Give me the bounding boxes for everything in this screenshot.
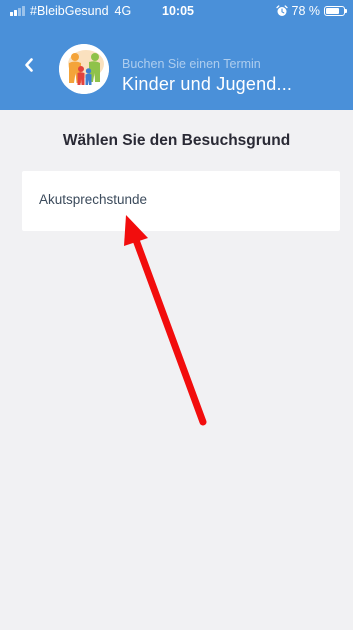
page-heading: Wählen Sie den Besuchsgrund: [62, 132, 291, 149]
signal-icon: [10, 6, 26, 16]
header-subtitle: Buchen Sie einen Termin: [122, 57, 261, 71]
chevron-left-icon: [25, 58, 33, 72]
arrow-shaft: [132, 236, 207, 426]
back-button[interactable]: [18, 54, 40, 76]
reason-option-akutsprechstunde[interactable]: Akutsprechstunde: [22, 171, 340, 231]
alarm-icon: [275, 5, 288, 16]
family-logo-icon: [59, 44, 109, 94]
status-right: 78 %: [275, 4, 347, 18]
header-title: Kinder und Jugend...: [122, 74, 293, 94]
app-screen: #BleibGesund 4G 10:05 78 % Buchen Sie ei…: [0, 0, 353, 630]
battery-nub: [345, 9, 347, 13]
status-bar: #BleibGesund 4G 10:05 78 %: [0, 0, 353, 22]
app-header: Buchen Sie einen Termin Kinder und Jugen…: [0, 22, 353, 110]
status-time: 10:05: [162, 4, 194, 18]
battery-fill: [326, 8, 339, 14]
reason-option-label: Akutsprechstunde: [39, 192, 148, 207]
battery-percent: 78 %: [291, 4, 321, 18]
network-type: 4G: [114, 4, 132, 18]
carrier-name: #BleibGesund: [30, 4, 109, 18]
battery-icon: [324, 6, 347, 16]
status-left: #BleibGesund 4G: [10, 4, 141, 18]
